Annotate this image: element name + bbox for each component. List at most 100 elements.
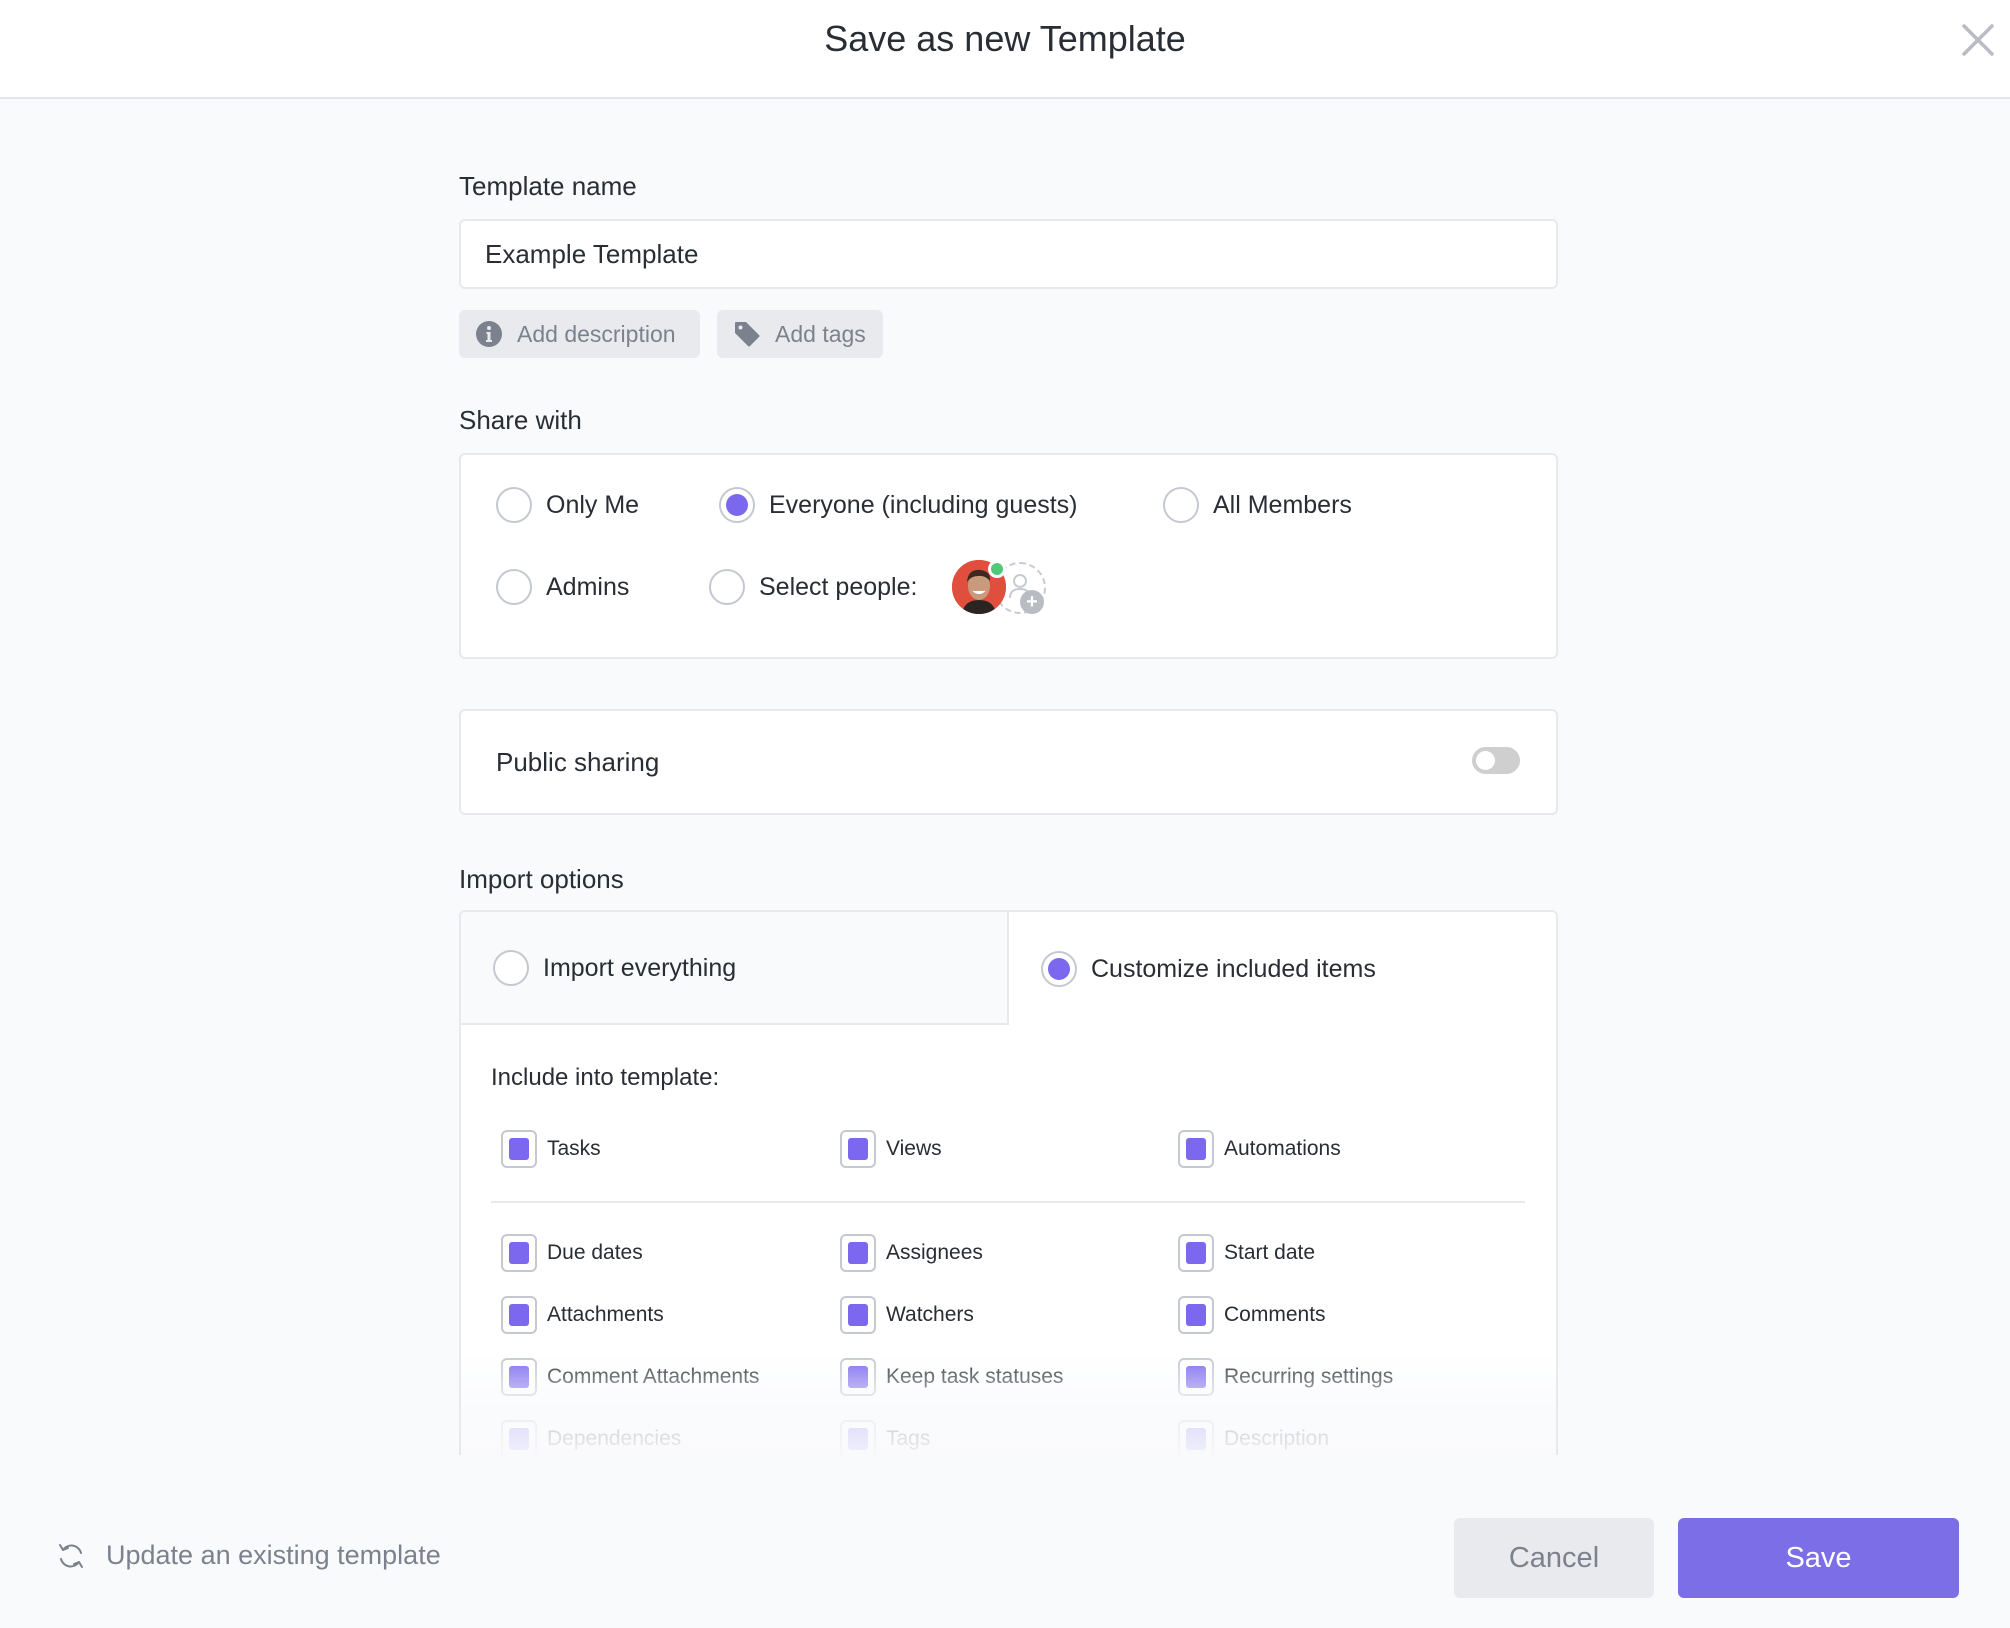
selected-people[interactable]: + [952, 560, 1048, 616]
share-option-everyone[interactable]: Everyone (including guests) [719, 487, 1078, 523]
tab-import-everything[interactable]: Import everything [493, 950, 736, 986]
checkbox-fill [1186, 1428, 1206, 1450]
import-options-label: Import options [459, 864, 624, 894]
share-option-label: Select people: [759, 572, 918, 601]
checkbox-label: Start date [1224, 1241, 1316, 1264]
checkbox-fill [848, 1242, 868, 1264]
checkbox-automations[interactable]: Automations [1178, 1130, 1341, 1168]
tab-customize-included-items[interactable]: Customize included items [1041, 951, 1376, 987]
checkbox-attachments[interactable]: Attachments [501, 1296, 664, 1334]
share-option-select-people[interactable]: Select people: [709, 569, 917, 605]
update-existing-template-link[interactable]: Update an existing template [56, 1540, 441, 1571]
checkbox-label: Due dates [547, 1241, 643, 1264]
checkbox-views[interactable]: Views [840, 1130, 942, 1168]
checkbox-recurring-settings[interactable]: Recurring settings [1178, 1358, 1393, 1396]
checkbox-label: Recurring settings [1224, 1365, 1394, 1388]
checkbox-fill [509, 1242, 529, 1264]
radio-button[interactable] [709, 569, 745, 605]
checkbox-fill [1186, 1366, 1206, 1388]
checkbox[interactable] [501, 1420, 537, 1458]
checkbox[interactable] [1178, 1420, 1214, 1458]
checkbox-label: Views [886, 1137, 942, 1160]
checkbox-label: Keep task statuses [886, 1365, 1064, 1388]
import-options-panel: Import everything Customize included ite… [459, 910, 1558, 1470]
divider [491, 1201, 1525, 1203]
checkbox[interactable] [501, 1234, 537, 1272]
checkbox-fill [1186, 1242, 1206, 1264]
checkbox[interactable] [840, 1296, 876, 1334]
checkbox[interactable] [1178, 1130, 1214, 1168]
checkbox-label: Dependencies [547, 1427, 682, 1450]
checkbox-fill [509, 1428, 529, 1450]
radio-button-selected[interactable] [1041, 951, 1077, 987]
checkbox[interactable] [501, 1296, 537, 1334]
template-name-input[interactable] [459, 219, 1558, 289]
radio-button-selected[interactable] [719, 487, 755, 523]
refresh-icon [59, 1543, 83, 1568]
checkbox-dependencies[interactable]: Dependencies [501, 1420, 681, 1458]
checkbox[interactable] [1178, 1358, 1214, 1396]
checkbox[interactable] [840, 1130, 876, 1168]
tag-icon [735, 322, 760, 347]
share-option-label: Only Me [546, 490, 640, 519]
checkbox-fill [1186, 1138, 1206, 1160]
checkbox-fill [848, 1304, 868, 1326]
checkbox-watchers[interactable]: Watchers [840, 1296, 974, 1334]
checkbox[interactable] [840, 1358, 876, 1396]
checkbox-due-dates[interactable]: Due dates [501, 1234, 643, 1272]
update-existing-template-label: Update an existing template [106, 1540, 441, 1570]
checkbox-fill [848, 1138, 868, 1160]
info-icon [476, 321, 502, 347]
share-option-all-members[interactable]: All Members [1163, 487, 1352, 523]
radio-button[interactable] [496, 569, 532, 605]
checkbox-label: Automations [1224, 1137, 1341, 1160]
share-option-label: All Members [1213, 490, 1352, 519]
share-option-admins[interactable]: Admins [496, 569, 629, 605]
share-with-card [459, 453, 1558, 659]
checkbox-tags[interactable]: Tags [840, 1420, 930, 1458]
share-option-label: Admins [546, 572, 630, 601]
checkbox[interactable] [840, 1420, 876, 1458]
tab-label: Import everything [543, 953, 737, 982]
checkbox-tasks[interactable]: Tasks [501, 1130, 601, 1168]
checkbox-keep-task-statuses[interactable]: Keep task statuses [840, 1358, 1063, 1396]
include-into-template-label: Include into template: [491, 1064, 720, 1091]
add-description-button[interactable]: Add description [459, 310, 700, 358]
checkbox-comments[interactable]: Comments [1178, 1296, 1326, 1334]
radio-button[interactable] [496, 487, 532, 523]
checkbox-assignees[interactable]: Assignees [840, 1234, 983, 1272]
checkbox-fill [509, 1366, 529, 1388]
checkbox-label: Tasks [547, 1137, 601, 1160]
checkbox-description[interactable]: Description [1178, 1420, 1329, 1458]
checkbox-label: Description [1224, 1427, 1330, 1450]
checkbox[interactable] [501, 1358, 537, 1396]
modal-header: Save as new Template [0, 0, 2010, 99]
plus-icon: + [1020, 590, 1044, 614]
checkbox-fill [1186, 1304, 1206, 1326]
checkbox[interactable] [1178, 1234, 1214, 1272]
checkbox-label: Comments [1224, 1303, 1326, 1326]
toggle-knob [1476, 751, 1495, 770]
checkbox-start-date[interactable]: Start date [1178, 1234, 1315, 1272]
tab-label: Customize included items [1091, 954, 1376, 983]
checkbox[interactable] [501, 1130, 537, 1168]
save-button[interactable]: Save [1678, 1518, 1959, 1598]
public-sharing-toggle[interactable] [1472, 747, 1520, 774]
radio-button[interactable] [493, 950, 529, 986]
modal-title: Save as new Template [824, 18, 1186, 59]
radio-button[interactable] [1163, 487, 1199, 523]
checkbox-fill [848, 1428, 868, 1450]
checkbox-label: Attachments [547, 1303, 664, 1326]
checkbox[interactable] [1178, 1296, 1214, 1334]
add-tags-label: Add tags [775, 320, 866, 347]
radio-dot [726, 494, 748, 516]
checkbox-label: Tags [886, 1427, 931, 1450]
add-tags-button[interactable]: Add tags [717, 310, 883, 358]
checkbox-label: Comment Attachments [547, 1365, 760, 1388]
checkbox-comment-attachments[interactable]: Comment Attachments [501, 1358, 759, 1396]
close-button[interactable] [1958, 20, 1998, 60]
checkbox[interactable] [840, 1234, 876, 1272]
cancel-button[interactable]: Cancel [1454, 1518, 1654, 1598]
template-name-label: Template name [459, 171, 637, 201]
share-option-only-me[interactable]: Only Me [496, 487, 639, 523]
